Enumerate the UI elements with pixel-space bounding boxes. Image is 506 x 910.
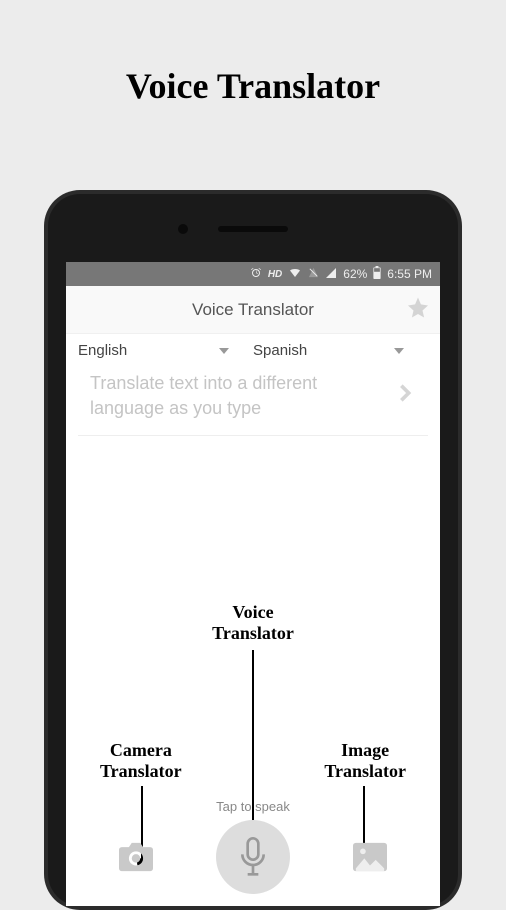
battery-icon — [373, 266, 381, 282]
camera-translator-button[interactable] — [112, 833, 160, 881]
page-title: Voice Translator — [0, 0, 506, 107]
annotation-voice: Voice Translator — [212, 602, 294, 643]
wifi-icon — [288, 267, 302, 282]
voice-translator-button[interactable] — [216, 820, 290, 894]
phone-speaker — [218, 226, 288, 232]
hd-label: HD — [268, 269, 282, 280]
status-bar: HD 62% 6:55 PM — [66, 262, 440, 286]
alarm-icon — [250, 267, 262, 282]
image-icon — [353, 842, 387, 872]
language-row: English Spanish — [66, 334, 440, 365]
clock-label: 6:55 PM — [387, 267, 432, 281]
phone-screen: HD 62% 6:55 PM Voice Translator — [66, 262, 440, 906]
app-title: Voice Translator — [192, 300, 314, 320]
input-row — [78, 365, 428, 436]
phone-camera-dot — [178, 224, 188, 234]
annotation-camera: Camera Translator — [100, 740, 182, 781]
submit-arrow-button[interactable] — [394, 379, 416, 414]
annotation-image: Image Translator — [324, 740, 406, 781]
no-signal-icon — [308, 267, 319, 281]
bottom-toolbar — [66, 820, 440, 894]
battery-pct: 62% — [343, 267, 367, 281]
target-language-select[interactable]: Spanish — [253, 342, 428, 359]
chevron-down-icon — [219, 348, 229, 354]
source-language-select[interactable]: English — [78, 342, 253, 359]
phone-inner: HD 62% 6:55 PM Voice Translator — [48, 194, 458, 906]
app-header: Voice Translator — [66, 286, 440, 334]
favorite-button[interactable] — [406, 295, 430, 324]
translate-input[interactable] — [90, 371, 386, 421]
microphone-icon — [236, 837, 270, 877]
camera-icon — [119, 842, 153, 872]
chevron-down-icon — [394, 348, 404, 354]
image-translator-button[interactable] — [346, 833, 394, 881]
signal-icon — [325, 267, 337, 282]
target-language-label: Spanish — [253, 342, 307, 359]
phone-frame: HD 62% 6:55 PM Voice Translator — [44, 190, 462, 910]
tap-to-speak-label: Tap to speak — [66, 799, 440, 814]
source-language-label: English — [78, 342, 127, 359]
